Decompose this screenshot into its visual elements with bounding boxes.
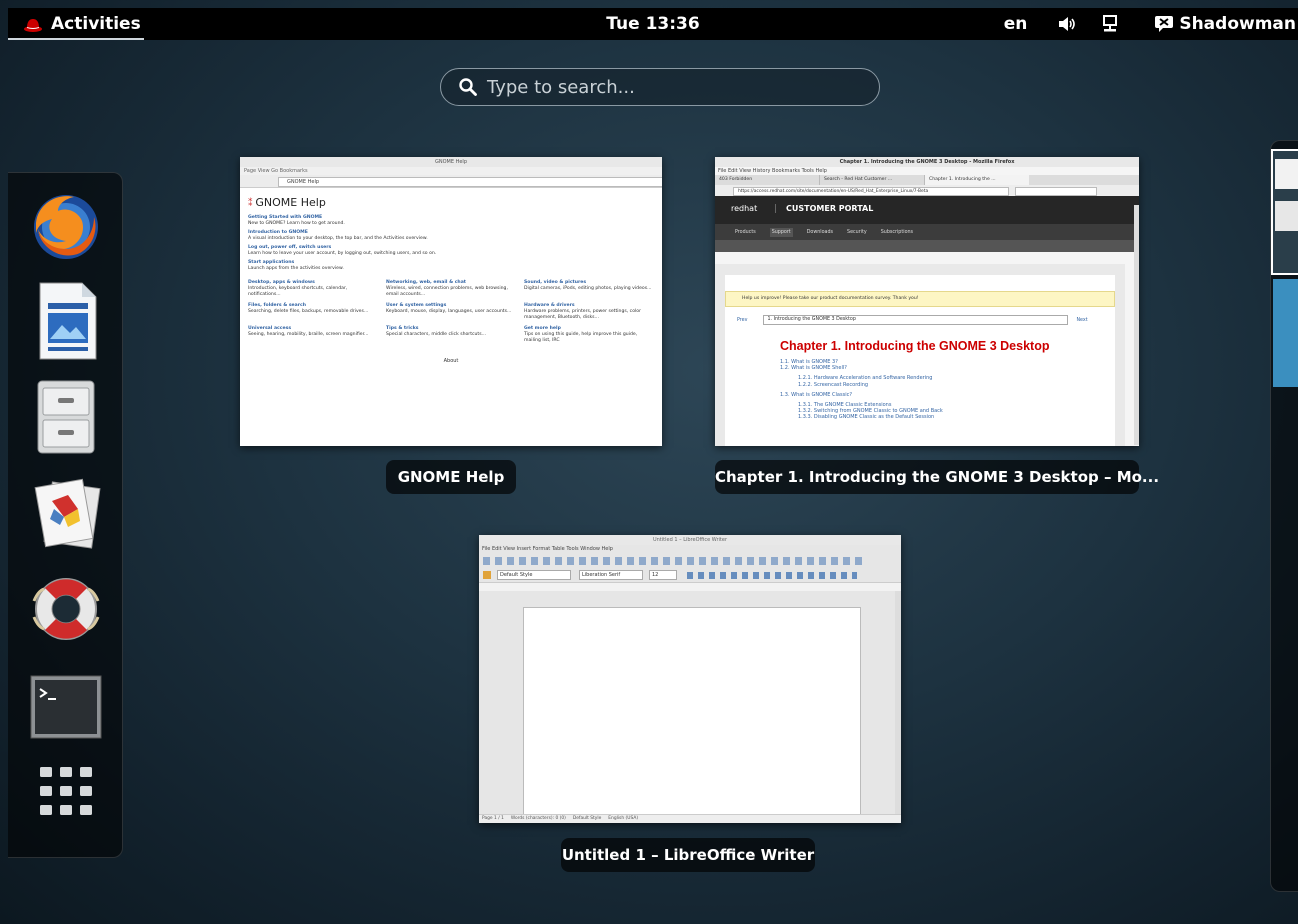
help-menubar: Page View Go Bookmarks: [240, 167, 662, 175]
help-icon: [32, 578, 100, 640]
portal-nav-item[interactable]: Security: [847, 230, 867, 235]
documents-launcher[interactable]: [28, 475, 104, 551]
system-tray: en Shadowman: [980, 8, 1298, 40]
writer-titlebar: Untitled 1 – LibreOffice Writer: [479, 535, 901, 545]
user-menu[interactable]: Shadowman: [1155, 14, 1296, 34]
window-gnome-help[interactable]: GNOME Help Page View Go Bookmarks GNOME …: [240, 157, 662, 446]
firefox-url-bar[interactable]: https://access.redhat.com/site/documenta…: [733, 187, 1009, 196]
help-link-desc: New to GNOME? Learn how to get around.: [248, 221, 345, 226]
writer-formatting-toolbar: Default Style Liberation Serif 12: [479, 568, 901, 582]
keyboard-layout-label: en: [1003, 14, 1028, 34]
portal-nav-item[interactable]: Products: [735, 230, 756, 235]
firefox-scrollbar[interactable]: [1134, 205, 1139, 445]
activities-label: Activities: [51, 14, 141, 34]
top-bar: Activities Tue 13:36 en Shadowman: [8, 8, 1298, 40]
writer-ruler[interactable]: [479, 582, 901, 591]
doc-next-link[interactable]: Next: [1076, 318, 1087, 323]
search-icon: [459, 78, 477, 96]
search-entry[interactable]: Type to search...: [440, 68, 880, 106]
toc-item[interactable]: 1.3.3. Disabling GNOME Classic as the De…: [798, 414, 1115, 420]
help-titlebar: GNOME Help: [240, 157, 662, 167]
dash: [8, 172, 123, 858]
toc-item[interactable]: 1.2. What is GNOME Shell?: [780, 365, 1115, 371]
terminal-icon: [30, 675, 102, 739]
help-topic-desc: Digital cameras, iPods, editing photos, …: [524, 286, 652, 291]
writer-document-page[interactable]: [523, 607, 861, 817]
firefox-search-bar[interactable]: [1015, 187, 1097, 196]
help-topic-desc: Introduction, keyboard shortcuts, calend…: [248, 286, 348, 297]
doc-survey-notice: Help us improve! Please take our product…: [725, 291, 1115, 307]
writer-scrollbar[interactable]: [895, 591, 901, 815]
help-heading: ⁑ GNOME Help: [248, 196, 654, 209]
show-applications-icon: [40, 767, 92, 815]
user-name: Shadowman: [1179, 14, 1296, 34]
workspace-switcher: [1270, 140, 1298, 892]
firefox-titlebar: Chapter 1. Introducing the GNOME 3 Deskt…: [715, 157, 1139, 167]
help-topic-desc: Keyboard, mouse, display, languages, use…: [386, 309, 512, 314]
firefox-launcher[interactable]: [28, 189, 104, 265]
user-chat-icon: [1155, 16, 1174, 32]
help-about-link[interactable]: About: [248, 358, 654, 364]
writer-status-bar: Page 1 / 1 Words (characters): 0 (0) Def…: [479, 814, 901, 823]
toc-item[interactable]: 1.2.2. Screencast Recording: [798, 382, 1115, 388]
window-caption: Untitled 1 – LibreOffice Writer: [561, 838, 815, 872]
firefox-tab[interactable]: Search - Red Hat Customer ...: [820, 175, 925, 185]
terminal-launcher[interactable]: [28, 669, 104, 745]
writer-standard-toolbar: [479, 554, 901, 568]
help-location-bar[interactable]: GNOME Help: [278, 177, 662, 187]
help-topic-desc: Wireless, wired, connection problems, we…: [386, 286, 508, 297]
help-topic-grid: Desktop, apps & windows Introduction, key…: [248, 280, 654, 344]
help-topic-desc: Seeing, hearing, mobility, braille, scre…: [248, 332, 369, 337]
workspace-1-thumbnail[interactable]: [1271, 149, 1298, 275]
firefox-tab[interactable]: 403 Forbidden: [715, 175, 820, 185]
portal-nav-item[interactable]: Downloads: [807, 230, 833, 235]
doc-prev-link[interactable]: Prev: [737, 318, 747, 323]
documents-icon: [34, 478, 101, 549]
font-name-box[interactable]: Liberation Serif: [579, 570, 643, 580]
files-launcher[interactable]: [28, 379, 104, 455]
window-libreoffice-writer[interactable]: Untitled 1 – LibreOffice Writer File Edi…: [479, 535, 901, 823]
help-links: Getting Started with GNOME New to GNOME? …: [248, 215, 654, 272]
firefox-icon: [34, 195, 98, 259]
portal-brand: redhat: [731, 204, 758, 213]
doc-toc: 1.1. What is GNOME 3? 1.2. What is GNOME…: [780, 359, 1115, 421]
help-heading-text: GNOME Help: [255, 196, 326, 209]
libreoffice-writer-launcher[interactable]: [28, 282, 104, 360]
files-icon: [37, 380, 95, 454]
help-launcher[interactable]: [28, 571, 104, 647]
help-link-desc: A visual introduction to your desktop, t…: [248, 236, 428, 241]
help-topic-desc: Searching, delete files, backups, remova…: [248, 309, 369, 314]
workspace-2-thumbnail[interactable]: [1273, 279, 1298, 387]
writer-menubar: File Edit View Insert Format Table Tools…: [482, 546, 613, 552]
help-link-desc: Learn how to leave your user account, by…: [248, 251, 437, 256]
styles-icon: [483, 571, 491, 579]
toc-item[interactable]: 1.3. What is GNOME Classic?: [780, 392, 1115, 398]
doc-chapter-heading: Chapter 1. Introducing the GNOME 3 Deskt…: [780, 339, 1050, 353]
firefox-tab-active[interactable]: Chapter 1. Introducing the ...: [925, 175, 1029, 185]
help-topic-desc: Hardware problems, printers, power setti…: [524, 309, 641, 320]
portal-title: CUSTOMER PORTAL: [775, 204, 873, 213]
portal-nav-item[interactable]: Support: [769, 227, 793, 237]
help-topic-desc: Special characters, middle click shortcu…: [386, 332, 487, 337]
search-placeholder: Type to search...: [487, 76, 635, 98]
window-firefox[interactable]: Chapter 1. Introducing the GNOME 3 Deskt…: [715, 157, 1139, 446]
window-caption: Chapter 1. Introducing the GNOME 3 Deskt…: [715, 460, 1159, 494]
doc-chapter-select[interactable]: 1. Introducing the GNOME 3 Desktop: [763, 315, 1069, 325]
help-link-desc: Launch apps from the activities overview…: [248, 266, 344, 271]
network-wired-icon[interactable]: [1103, 15, 1118, 33]
firefox-menubar: File Edit View History Bookmarks Tools H…: [718, 168, 827, 174]
portal-nav-item[interactable]: Subscriptions: [881, 230, 913, 235]
window-caption: GNOME Help: [386, 460, 516, 494]
keyboard-layout-indicator[interactable]: en: [1004, 14, 1028, 34]
paragraph-style-box[interactable]: Default Style: [497, 570, 571, 580]
help-topic-desc: Tips on using this guide, help improve t…: [524, 332, 638, 343]
font-size-box[interactable]: 12: [649, 570, 677, 580]
libreoffice-writer-icon: [39, 282, 97, 360]
volume-icon[interactable]: [1057, 16, 1077, 32]
activities-button[interactable]: Activities: [8, 8, 144, 40]
clock[interactable]: Tue 13:36: [606, 14, 699, 34]
redhat-logo-icon: [24, 17, 42, 32]
show-applications-button[interactable]: [28, 753, 104, 829]
